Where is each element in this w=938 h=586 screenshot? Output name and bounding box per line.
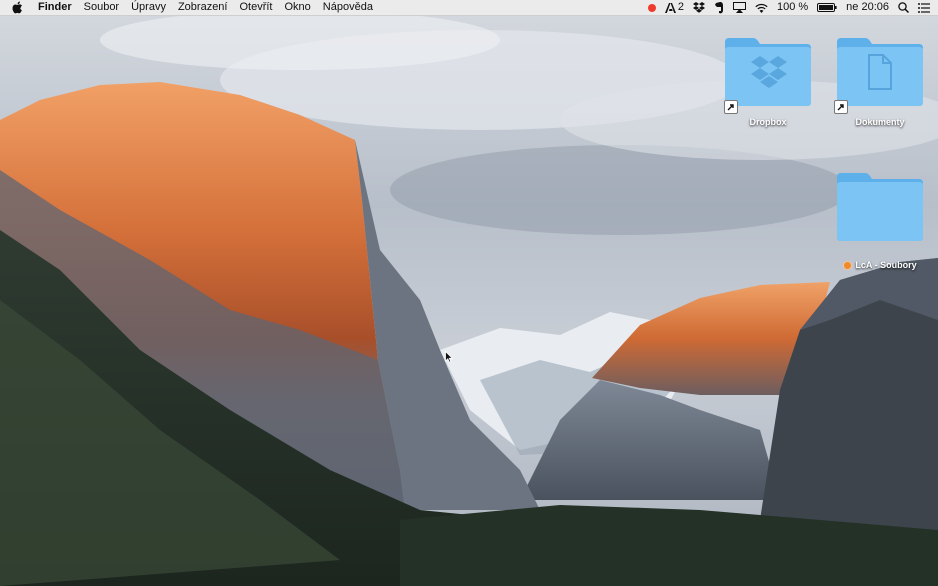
folder-icon (725, 38, 811, 106)
alias-arrow-icon (724, 100, 738, 114)
airplay-display-icon[interactable] (732, 2, 746, 13)
menu-napoveda[interactable]: Nápověda (323, 0, 373, 15)
alias-arrow-icon (834, 100, 848, 114)
adobe-creative-cloud-icon[interactable]: 2 (664, 0, 684, 15)
menu-bar: Finder Soubor Úpravy Zobrazení Otevřít O… (0, 0, 938, 16)
desktop-icon-label: Dokumenty (855, 117, 905, 127)
desktop-icon-dropbox[interactable]: Dropbox (718, 36, 818, 127)
notification-center-icon[interactable] (918, 2, 930, 13)
desktop-icon-label: LcA - Soubory (855, 260, 917, 270)
menu-upravy[interactable]: Úpravy (131, 0, 166, 15)
apple-menu-icon[interactable] (12, 1, 26, 15)
menu-soubor[interactable]: Soubor (84, 0, 119, 15)
folder-icon (837, 173, 923, 241)
menu-okno[interactable]: Okno (285, 0, 311, 15)
evernote-icon[interactable] (714, 1, 724, 14)
desktop-icon-label: Dropbox (749, 117, 787, 127)
recording-indicator-icon[interactable] (647, 3, 656, 12)
folder-icon (837, 38, 923, 106)
desktop-icon-label-row: LcA - Soubory (830, 260, 930, 271)
dropbox-status-icon[interactable] (692, 2, 705, 13)
spotlight-search-icon[interactable] (898, 2, 909, 13)
menu-finder[interactable]: Finder (38, 0, 72, 15)
battery-percent[interactable]: 100 % (777, 0, 808, 15)
orange-tag-icon (843, 261, 853, 271)
clock[interactable]: ne 20:06 (846, 0, 889, 15)
adobe-count: 2 (677, 1, 684, 13)
desktop-icon-dokumenty[interactable]: Dokumenty (830, 36, 930, 127)
battery-icon[interactable] (817, 3, 837, 12)
menu-zobrazeni[interactable]: Zobrazení (178, 0, 228, 15)
status-menus: 2 100 % ne 20:06 (647, 0, 930, 15)
desktop-icon-lca-soubory[interactable]: LcA - Soubory (830, 171, 930, 271)
menu-otevrit[interactable]: Otevřít (239, 0, 272, 15)
wifi-icon[interactable] (755, 3, 768, 13)
mouse-cursor-icon (445, 351, 453, 363)
